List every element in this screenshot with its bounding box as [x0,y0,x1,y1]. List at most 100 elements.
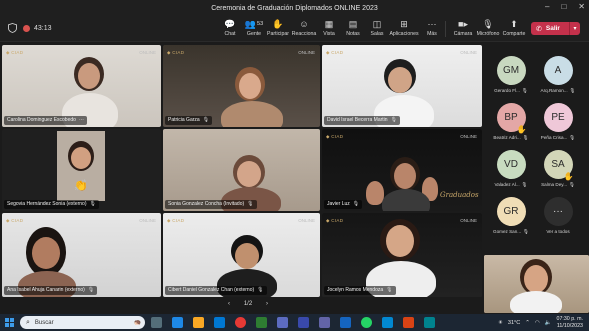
participant-face [394,163,416,189]
camera-button[interactable]: ■▸ Cámara [449,19,477,41]
view-all-button[interactable]: ··· Ver a todos [537,197,579,242]
mic-off-icon: 🎙 [523,229,529,234]
mic-off-icon: 🎙 [522,135,529,140]
chevron-up-icon[interactable]: ⌃ [525,320,530,326]
file-explorer-icon[interactable] [193,317,204,328]
video-tile[interactable]: ◆ CIAD ONLINE Graduados Javier Luz 🎙 [322,129,482,211]
task-view-icon[interactable] [151,317,162,328]
mic-off-icon: 🎙 [569,135,576,140]
meeting-timer: 43:13 [34,25,52,32]
leave-button[interactable]: ✆ Salir ▾ [531,22,580,35]
participant-avatar-item[interactable]: PE Peña Crisa... 🎙 [537,103,579,148]
video-tile[interactable]: ◆ CIAD ONLINE Cibert Daniel Gonzalez Cha… [163,213,320,297]
excel-icon[interactable] [256,317,267,328]
widgets-icon[interactable] [172,317,183,328]
video-tile[interactable]: ◆ CIAD ONLINE Jocelyn Ramos Mendoza 🎙 [322,213,482,297]
participant-name-label: Sonia Gonzalez Concha (Invitado) 🎙 [165,200,257,209]
wifi-icon[interactable]: ◠ [535,320,540,326]
mic-off-icon: 🎙 [87,287,95,293]
weather-icon: ☀ [497,319,503,326]
teams-meeting-window: Ceremonia de Graduación Diplomados ONLIN… [0,0,589,331]
video-tile[interactable]: ◆ CIAD ONLINE Carolina Dominguez Escobed… [2,45,161,127]
brand-logo: ◆ CIAD [6,50,24,55]
windows-start-icon[interactable] [5,318,14,327]
mic-off-icon: 🎙 [521,88,528,93]
video-tile[interactable]: ◆ CIAD ONLINE David Israel Becerra Marti… [322,45,482,127]
chevron-down-icon[interactable]: ▾ [569,22,580,35]
apps-button[interactable]: ⊞ Aplicaciones [389,19,418,41]
window-controls: – □ ✕ [545,2,585,11]
store-icon[interactable] [277,317,288,328]
participant-avatar-item[interactable]: BP ✋ Beatriz Adri... 🎙 [490,103,532,148]
mic-off-icon: 🎙 [89,201,96,207]
volume-icon[interactable]: 🔈 [545,320,552,326]
raised-hand-icon: ✋ [516,125,527,134]
whatsapp-icon[interactable] [361,317,372,328]
outlook-icon[interactable] [382,317,393,328]
participant-avatar-item[interactable]: GM Gerardo Fl... 🎙 [490,56,532,101]
title-bar: Ceremonia de Graduación Diplomados ONLIN… [0,0,589,16]
video-tile[interactable]: Sonia Gonzalez Concha (Invitado) 🎙 [163,129,320,211]
participant-name-label: Cibert Daniel Gonzalez Chan (externo) 🎙 [165,286,267,295]
video-tile[interactable]: ◆ CIAD ONLINE Ana Isabel Ahuja Canarin (… [2,213,161,297]
raise-hand-button[interactable]: ✋ Participar [264,19,292,41]
participants-sidebar: GM Gerardo Fl... 🎙 A Arq.Ramon... 🎙 BP ✋ Be… [484,44,589,252]
participant-avatar-item[interactable]: A Arq.Ramon... 🎙 [537,56,579,101]
rooms-icon: ◫ [372,19,382,29]
more-icon: ··· [427,19,437,29]
brand-logo: ◆ CIAD [326,218,344,223]
participant-name-label: Patricia Garza 🎙 [165,116,213,125]
taskbar-clock[interactable]: 07:30 p. m. 11/10/2023 [557,316,584,329]
self-view-tile[interactable] [484,255,589,313]
react-button[interactable]: ☺ Reacciona [290,19,318,41]
next-page-button[interactable]: › [266,301,268,307]
avatar: A [543,56,573,85]
share-button[interactable]: ⬆ Comparte [500,19,528,41]
edge-icon[interactable] [214,317,225,328]
maximize-icon[interactable]: □ [561,2,566,11]
mic-off-icon: 🎙 [569,88,576,93]
brand-logo: ◆ CIAD [326,50,344,55]
mic-off-icon: 🎙 [386,287,393,293]
participant-body [221,101,283,127]
teams-icon[interactable] [319,317,330,328]
taskbar-search[interactable]: ⌕ Buscar 🦔 [20,316,145,329]
participant-name-label: Javier Luz 🎙 [324,200,363,209]
video-tile[interactable]: 👏 Segovia Hernández Sonia (externo) 🎙 [2,129,161,211]
participant-name-label: David Israel Becerra Martin 🎙 [324,116,400,125]
mic-off-icon: 🎙 [390,117,397,123]
chrome-icon[interactable] [235,317,246,328]
participant-face [388,67,412,93]
participant-face [237,161,261,187]
avatar: PE [543,103,573,132]
windows-taskbar: ⌕ Buscar 🦔 ☀ 31°C ⌃ ◠ 🔈 07:30 p. m. 11/1… [0,314,589,331]
more-options-icon[interactable]: ··· [79,116,84,125]
mic-button[interactable]: 🎙 Micrófono [474,19,502,41]
toolbar-divider [445,21,446,37]
video-tile[interactable]: ◆ CIAD ONLINE Patricia Garza 🎙 [163,45,320,127]
minimize-icon[interactable]: – [545,2,549,11]
more-button[interactable]: ··· Más [418,19,446,41]
notes-icon: ▤ [348,19,358,29]
participant-face [235,243,259,269]
prev-page-button[interactable]: ‹ [228,301,230,307]
participant-avatar-item[interactable]: VD Valadez Al... 🎙 [490,150,532,195]
participant-name-label: Jocelyn Ramos Mendoza 🎙 [324,286,396,295]
rooms-button[interactable]: ◫ Salas [363,19,391,41]
brand-logo: ◆ CIAD [167,218,185,223]
participant-avatar-item[interactable]: GR Gomez San... 🎙 [490,197,532,242]
avatar: GR [496,197,526,226]
mic-off-icon: 🎙 [257,287,264,293]
apps-icon: ⊞ [400,19,408,29]
weather-temp: 31°C [507,319,521,326]
close-icon[interactable]: ✕ [578,2,585,11]
participant-avatar-item[interactable]: SA ✋ Salma Dey... 🎙 [537,150,579,195]
mic-off-icon: 🎙 [482,19,494,29]
page-indicator: 1/2 [243,301,253,307]
mic-off-icon: 🎙 [247,201,254,207]
word-icon[interactable] [340,317,351,328]
app-icon[interactable] [424,317,435,328]
view-icon: ▦ [324,19,334,29]
powerpoint-icon[interactable] [403,317,414,328]
zoom-icon[interactable] [298,317,309,328]
